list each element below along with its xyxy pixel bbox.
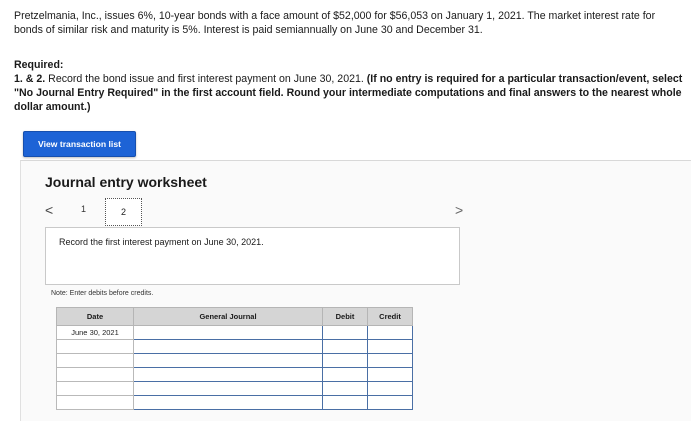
date-cell xyxy=(56,353,134,368)
table-row: June 30, 2021 xyxy=(56,325,413,340)
debit-input[interactable] xyxy=(322,353,368,368)
credit-input[interactable] xyxy=(367,395,413,410)
chevron-right-icon[interactable]: > xyxy=(455,202,463,218)
table-row xyxy=(56,367,413,382)
debit-input[interactable] xyxy=(322,381,368,396)
note-text: Note: Enter debits before credits. xyxy=(51,290,154,297)
credit-input[interactable] xyxy=(367,353,413,368)
date-cell xyxy=(56,395,134,410)
journal-header-row: Date General Journal Debit Credit xyxy=(56,307,413,326)
date-cell xyxy=(56,381,134,396)
credit-input[interactable] xyxy=(367,381,413,396)
credit-input[interactable] xyxy=(367,339,413,354)
debit-input[interactable] xyxy=(322,339,368,354)
table-row xyxy=(56,381,413,396)
header-general-journal: General Journal xyxy=(133,307,323,326)
credit-input[interactable] xyxy=(367,367,413,382)
required-instructions: 1. & 2. Record the bond issue and first … xyxy=(14,72,686,114)
required-heading: Required: xyxy=(14,59,64,71)
account-input[interactable] xyxy=(133,325,323,340)
chevron-left-icon[interactable]: < xyxy=(45,202,53,218)
debit-input[interactable] xyxy=(322,325,368,340)
required-text: Record the bond issue and first interest… xyxy=(45,73,367,85)
instruction-box xyxy=(45,227,460,285)
account-input[interactable] xyxy=(133,367,323,382)
required-lead: 1. & 2. xyxy=(14,73,46,85)
header-debit: Debit xyxy=(322,307,368,326)
header-date: Date xyxy=(56,307,134,326)
credit-input[interactable] xyxy=(367,325,413,340)
account-input[interactable] xyxy=(133,353,323,368)
debit-input[interactable] xyxy=(322,367,368,382)
table-row xyxy=(56,353,413,368)
tab-2-label: 2 xyxy=(120,207,126,217)
header-credit: Credit xyxy=(367,307,413,326)
journal-table: Date General Journal Debit Credit June 3… xyxy=(56,307,413,410)
date-cell xyxy=(56,339,134,354)
tab-1[interactable]: 1 xyxy=(81,204,86,214)
account-input[interactable] xyxy=(133,381,323,396)
worksheet-title: Journal entry worksheet xyxy=(45,174,207,190)
problem-statement: Pretzelmania, Inc., issues 6%, 10-year b… xyxy=(14,10,656,36)
account-input[interactable] xyxy=(133,395,323,410)
date-cell: June 30, 2021 xyxy=(56,325,134,340)
table-row xyxy=(56,395,413,410)
view-transaction-list-button[interactable]: View transaction list xyxy=(23,131,136,157)
debit-input[interactable] xyxy=(322,395,368,410)
account-input[interactable] xyxy=(133,339,323,354)
date-cell xyxy=(56,367,134,382)
tab-2[interactable]: 2 xyxy=(105,198,142,226)
table-row xyxy=(56,339,413,354)
instruction-text: Record the first interest payment on Jun… xyxy=(59,237,264,247)
